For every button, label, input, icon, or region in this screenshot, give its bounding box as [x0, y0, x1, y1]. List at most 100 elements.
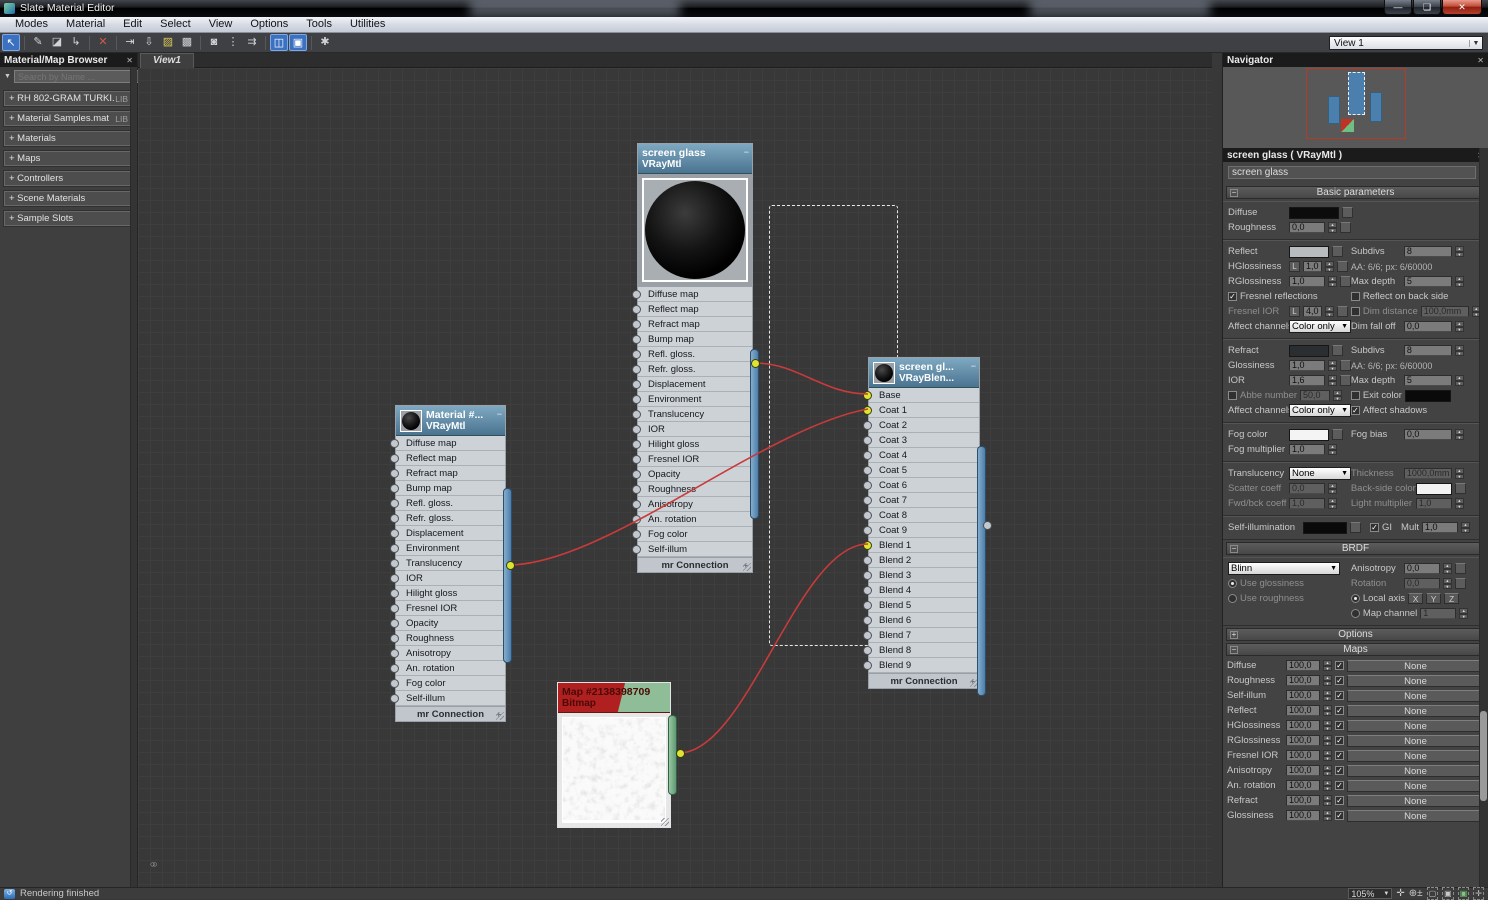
- refract-max-depth-field[interactable]: 5: [1403, 375, 1452, 386]
- map-enable-checkbox[interactable]: [1335, 781, 1344, 790]
- slot-socket[interactable]: [632, 289, 641, 299]
- browser-group-item[interactable]: + Material Samples.mat LIB: [3, 110, 134, 127]
- light-multiplier-field[interactable]: 1,0: [1415, 498, 1452, 509]
- axis-z-button[interactable]: Z: [1444, 593, 1460, 604]
- node-slot[interactable]: Translucency: [390, 556, 505, 571]
- slot-socket[interactable]: [632, 394, 641, 404]
- exit-color-swatch[interactable]: [1404, 389, 1451, 402]
- browser-group-item[interactable]: + RH 802-GRAM TURKI.. LIB: [3, 90, 134, 107]
- backside-color-swatch[interactable]: [1415, 482, 1452, 495]
- node-header[interactable]: Material #... VRayMtl: [396, 406, 505, 436]
- slot-socket[interactable]: [863, 645, 872, 655]
- spinner[interactable]: [1323, 720, 1332, 731]
- node-slot[interactable]: Refract map: [390, 466, 505, 481]
- slot-socket[interactable]: [632, 514, 641, 524]
- slot-socket[interactable]: [632, 379, 641, 389]
- map-enable-checkbox[interactable]: [1335, 751, 1344, 760]
- menu-utilities[interactable]: Utilities: [341, 17, 394, 32]
- pick-material-icon[interactable]: [29, 34, 47, 51]
- node-slot[interactable]: Blend 1: [863, 538, 979, 553]
- axis-x-button[interactable]: X: [1408, 593, 1424, 604]
- slot-socket[interactable]: [632, 469, 641, 479]
- pan-hand-icon[interactable]: ✛: [1396, 888, 1404, 899]
- slot-socket[interactable]: [390, 558, 399, 568]
- slot-socket[interactable]: [390, 513, 399, 523]
- menu-tools[interactable]: Tools: [297, 17, 341, 32]
- dim-distance-field[interactable]: 100,0mm: [1420, 306, 1469, 317]
- slot-socket[interactable]: [632, 529, 641, 539]
- node-graph-canvas[interactable]: ○○ Material #... VRayMtl Diffuse map Ref…: [138, 68, 1212, 887]
- active-view-dropdown[interactable]: View 1: [1329, 36, 1483, 50]
- node-slot[interactable]: Coat 5: [863, 463, 979, 478]
- slot-socket[interactable]: [863, 495, 872, 505]
- collapse-icon[interactable]: [971, 360, 976, 372]
- collapse-icon[interactable]: [497, 408, 502, 420]
- show-shaded-preview-icon[interactable]: [205, 34, 223, 51]
- slot-socket[interactable]: [390, 543, 399, 553]
- mult-field[interactable]: 1,0: [1421, 522, 1458, 533]
- slot-socket[interactable]: [632, 499, 641, 509]
- slot-socket[interactable]: [863, 435, 872, 445]
- spinner[interactable]: [1323, 735, 1332, 746]
- slot-socket[interactable]: [390, 528, 399, 538]
- search-input[interactable]: [13, 70, 139, 83]
- node-slot[interactable]: Diffuse map: [390, 436, 505, 451]
- map-slot-button[interactable]: None: [1347, 764, 1484, 777]
- node-header[interactable]: Map #2138398709 Bitmap: [558, 683, 670, 713]
- slot-socket[interactable]: [863, 405, 872, 415]
- slot-socket[interactable]: [390, 648, 399, 658]
- map-enable-checkbox[interactable]: [1335, 721, 1344, 730]
- dim-fall-off-field[interactable]: 0,0: [1403, 321, 1452, 332]
- spinner[interactable]: [1323, 810, 1332, 821]
- move-children-icon[interactable]: [121, 34, 139, 51]
- gi-checkbox[interactable]: [1370, 523, 1379, 532]
- rollout-basic-parameters[interactable]: Basic parameters: [1226, 186, 1485, 199]
- node-slot[interactable]: Hilight gloss: [632, 437, 752, 452]
- mr-connection-row[interactable]: mr Connection: [869, 673, 979, 688]
- local-axis-radio[interactable]: [1350, 594, 1360, 603]
- roughness-field[interactable]: 0,0: [1289, 222, 1325, 233]
- translucency-dropdown[interactable]: None: [1289, 467, 1351, 480]
- node-slot[interactable]: Blend 3: [863, 568, 979, 583]
- map-slot-button[interactable]: None: [1347, 659, 1484, 672]
- output-socket-blend[interactable]: [983, 521, 992, 530]
- refract-subdivs-field[interactable]: 8: [1403, 345, 1452, 356]
- node-slot[interactable]: Self-illum: [390, 691, 505, 706]
- spinner[interactable]: [1454, 276, 1464, 287]
- slot-socket[interactable]: [863, 510, 872, 520]
- navigator-node-thumb[interactable]: [1328, 96, 1340, 124]
- ior-map-button[interactable]: [1340, 375, 1351, 386]
- slot-socket[interactable]: [632, 319, 641, 329]
- menu-options[interactable]: Options: [241, 17, 297, 32]
- slot-socket[interactable]: [390, 438, 399, 448]
- hglossiness-field[interactable]: 1,0: [1303, 261, 1322, 272]
- affect-channels-dropdown[interactable]: Color only: [1289, 320, 1351, 333]
- node-slot[interactable]: IOR: [390, 571, 505, 586]
- refract-map-button[interactable]: [1332, 345, 1343, 356]
- spinner[interactable]: [1460, 522, 1470, 533]
- map-amount-field[interactable]: 100,0: [1286, 765, 1320, 776]
- node-slot[interactable]: Refr. gloss.: [390, 511, 505, 526]
- map-enable-checkbox[interactable]: [1335, 736, 1344, 745]
- node-header[interactable]: screen glass VRayMtl: [638, 144, 752, 174]
- rotation-map-button[interactable]: [1454, 578, 1466, 589]
- node-slot[interactable]: Coat 8: [863, 508, 979, 523]
- slot-socket[interactable]: [863, 450, 872, 460]
- slot-socket[interactable]: [863, 540, 872, 550]
- glossiness-field[interactable]: 1,0: [1289, 360, 1325, 371]
- use-roughness-radio[interactable]: [1228, 594, 1237, 603]
- slot-socket[interactable]: [390, 453, 399, 463]
- spinner[interactable]: [1323, 675, 1332, 686]
- minimize-button[interactable]: [1384, 0, 1412, 15]
- navigator-bitmap-thumb[interactable]: [1341, 119, 1354, 132]
- map-slot-button[interactable]: None: [1347, 734, 1484, 747]
- subdivs-field[interactable]: 8: [1403, 246, 1452, 257]
- slot-socket[interactable]: [863, 390, 872, 400]
- slot-socket[interactable]: [863, 630, 872, 640]
- spinner[interactable]: [1333, 390, 1343, 401]
- fresnel-ior-map-button[interactable]: [1336, 306, 1348, 317]
- rollout-options[interactable]: Options: [1226, 628, 1485, 641]
- node-slot[interactable]: Fresnel IOR: [632, 452, 752, 467]
- node-material1[interactable]: Material #... VRayMtl Diffuse map Reflec…: [390, 405, 512, 722]
- node-slot[interactable]: Blend 8: [863, 643, 979, 658]
